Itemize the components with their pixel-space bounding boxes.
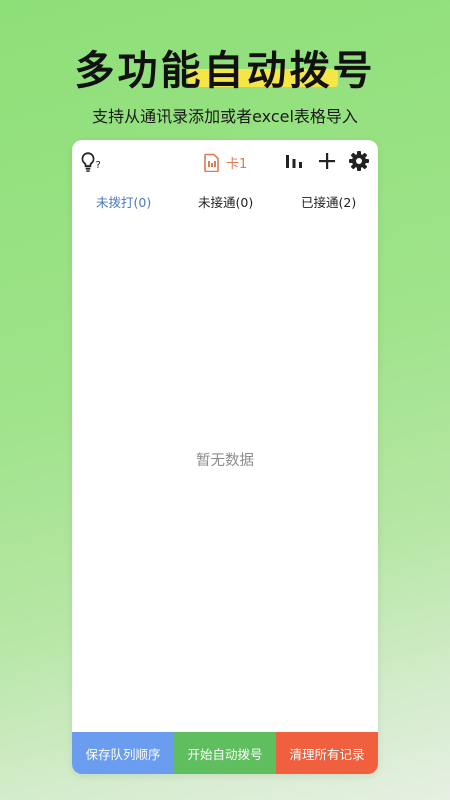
- clear-all-records-button[interactable]: 清理所有记录: [276, 732, 378, 774]
- start-auto-dial-button[interactable]: 开始自动拨号: [174, 732, 276, 774]
- promo-screen: 多功能自动拨号 支持从通讯录添加或者excel表格导入 ? 卡1 未拨打(0) …: [0, 0, 450, 800]
- call-status-tabs: 未拨打(0) 未接通(0) 已接通(2): [72, 188, 378, 216]
- sim-card-icon: [204, 153, 219, 172]
- gear-icon[interactable]: [348, 150, 370, 172]
- toolbar: ? 卡1: [72, 140, 378, 182]
- tab-connected[interactable]: 已接通(2): [301, 192, 356, 211]
- plus-icon[interactable]: [316, 150, 338, 172]
- tab-not-connected[interactable]: 未接通(0): [198, 192, 253, 211]
- headline-subtitle: 支持从通讯录添加或者excel表格导入: [92, 107, 358, 126]
- tab-not-dialed[interactable]: 未拨打(0): [96, 192, 151, 211]
- bar-chart-icon[interactable]: [283, 150, 305, 172]
- sim-selector[interactable]: 卡1: [204, 151, 247, 173]
- save-queue-order-button[interactable]: 保存队列顺序: [72, 732, 174, 774]
- headline-area: 多功能自动拨号: [0, 38, 450, 96]
- app-card: ? 卡1 未拨打(0) 未接通(0) 已接通(2) 暂无数据 保存队列顺序 开始…: [72, 140, 378, 774]
- lightbulb-help-icon[interactable]: ?: [80, 151, 104, 173]
- action-bar: 保存队列顺序 开始自动拨号 清理所有记录: [72, 732, 378, 774]
- sim-label: 卡1: [226, 156, 248, 172]
- empty-state-text: 暂无数据: [196, 453, 254, 469]
- help-question-mark: ?: [96, 160, 101, 171]
- headline-title: 多功能自动拨号: [74, 48, 376, 94]
